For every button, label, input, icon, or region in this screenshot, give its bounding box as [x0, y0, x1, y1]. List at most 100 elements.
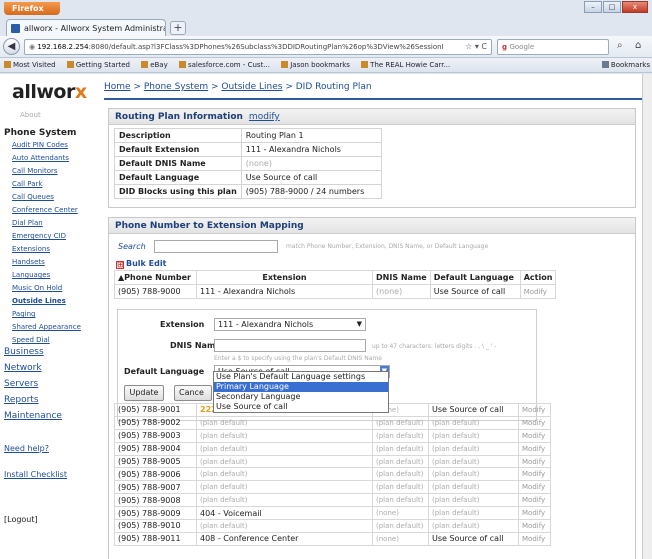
col-phone-number[interactable]: ▲Phone Number	[114, 270, 197, 285]
install-checklist-link[interactable]: Install Checklist	[4, 470, 67, 479]
sidebar-item-languages[interactable]: Languages	[12, 271, 50, 279]
sidebar-item-speed-dial[interactable]: Speed Dial	[12, 336, 50, 344]
vertical-scrollbar[interactable]	[642, 74, 652, 559]
cell-extension: (plan default)	[196, 428, 373, 443]
search-input[interactable]	[154, 240, 278, 253]
modify-link[interactable]: Modify	[518, 519, 551, 533]
table-row: Default Extension 111 - Alexandra Nichols	[114, 142, 382, 157]
sidebar-item-music-on-hold[interactable]: Music On Hold	[12, 284, 62, 292]
table-row: DID Blocks using this plan (905) 788-9000…	[114, 184, 382, 199]
language-option-selected[interactable]: Primary Language	[214, 382, 388, 392]
url-bar[interactable]: ◉ 192.168.2.254:8080/default.asp?l3FClas…	[24, 39, 492, 55]
bookmark-howie-carr[interactable]: The REAL Howie Carr...	[361, 61, 450, 69]
extension-select[interactable]: 111 - Alexandra Nichols ▼	[214, 318, 366, 331]
bulk-edit-toggle[interactable]: ⊞ Bulk Edit	[116, 259, 166, 269]
cell-dnis: (plan default)	[372, 519, 429, 533]
modify-link[interactable]: Modify	[518, 467, 551, 482]
bookmark-label: Jason bookmarks	[290, 61, 350, 69]
language-option[interactable]: Secondary Language	[214, 392, 388, 402]
info-key: DID Blocks using this plan	[114, 184, 242, 199]
update-button[interactable]: Update	[124, 385, 164, 401]
about-link[interactable]: About	[20, 111, 41, 119]
sidebar-item-paging[interactable]: Paging	[12, 310, 35, 318]
bookmark-label: salesforce.com - Cust...	[187, 61, 270, 69]
modify-link[interactable]: Modify	[518, 480, 551, 495]
info-key: Default Language	[114, 170, 242, 185]
breadcrumb-phone-system[interactable]: Phone System	[144, 82, 208, 92]
bookmark-salesforce[interactable]: salesforce.com - Cust...	[178, 61, 270, 69]
sidebar-item-outside-lines[interactable]: Outside Lines	[12, 297, 66, 305]
minimize-button[interactable]: –	[584, 1, 602, 13]
breadcrumb-home[interactable]: Home	[104, 82, 131, 92]
sidebar-item-call-monitors[interactable]: Call Monitors	[12, 167, 58, 175]
need-help-link[interactable]: Need help?	[4, 444, 49, 453]
table-row: (905) 788-9010 (plan default) (plan defaul…	[114, 519, 551, 533]
info-value: (none)	[240, 156, 382, 171]
sidebar-item-dial-plan[interactable]: Dial Plan	[12, 219, 43, 227]
bookmark-ebay[interactable]: eBay	[141, 61, 168, 69]
sidebar-section-phone-system[interactable]: Phone System	[4, 128, 76, 138]
dnis-name-input[interactable]	[214, 339, 366, 352]
sidebar-item-shared-appearance[interactable]: Shared Appearance	[12, 323, 81, 331]
bookmark-icon	[178, 61, 186, 68]
maximize-button[interactable]: □	[603, 1, 621, 13]
table-row: Default Language Use Source of call	[114, 170, 382, 185]
cancel-button[interactable]: Cance	[174, 385, 212, 401]
browser-tab[interactable]: allworx - Allworx System Administration	[6, 19, 166, 36]
magnifier-icon[interactable]: ⌕	[617, 40, 623, 51]
sidebar-item-business[interactable]: Business	[4, 347, 44, 357]
close-window-button[interactable]: x	[622, 1, 648, 13]
sidebar-item-network[interactable]: Network	[4, 363, 42, 373]
mapping-header: Phone Number to Extension Mapping	[109, 218, 635, 234]
back-button[interactable]: ◀	[3, 38, 20, 55]
sidebar-item-conference-center[interactable]: Conference Center	[12, 206, 78, 214]
sidebar-item-servers[interactable]: Servers	[4, 379, 38, 389]
info-value: Use Source of call	[240, 170, 382, 185]
routing-plan-modify-link[interactable]: modify	[249, 112, 280, 122]
modify-link[interactable]: Modify	[518, 454, 551, 469]
allworx-favicon-icon	[11, 23, 20, 33]
new-tab-button[interactable]: +	[170, 21, 186, 35]
bookmark-getting-started[interactable]: Getting Started	[66, 61, 130, 69]
cell-language: (plan default)	[428, 415, 519, 430]
logout-link[interactable]: [Logout]	[4, 515, 38, 524]
routing-plan-title: Routing Plan Information	[115, 112, 243, 122]
cell-language: (plan default)	[428, 467, 519, 482]
sidebar-item-emergency-cid[interactable]: Emergency CID	[12, 232, 66, 240]
search-bar-placeholder: Google	[509, 43, 535, 51]
sidebar-item-call-queues[interactable]: Call Queues	[12, 193, 54, 201]
modify-link[interactable]: Modify	[518, 428, 551, 443]
breadcrumb: Home > Phone System > Outside Lines > DI…	[104, 82, 372, 92]
sidebar-item-auto-attendants[interactable]: Auto Attendants	[12, 154, 69, 162]
table-row: (905) 788-9008 (plan default) (plan defaul…	[114, 493, 551, 508]
language-option[interactable]: Use Plan's Default Language settings	[214, 372, 388, 382]
firefox-menu-button[interactable]: Firefox	[4, 2, 60, 15]
sidebar-item-reports[interactable]: Reports	[4, 395, 39, 405]
routing-plan-table: Description Routing Plan 1 Default Extens…	[114, 128, 382, 199]
modify-link[interactable]: Modify	[518, 493, 551, 508]
mapping-table-body: (905) 788-9001222(none)Use Source of cal…	[114, 403, 551, 546]
sidebar-item-handsets[interactable]: Handsets	[12, 258, 45, 266]
modify-link[interactable]: Modify	[518, 531, 551, 546]
sidebar-item-call-park[interactable]: Call Park	[12, 180, 42, 188]
sidebar-item-maintenance[interactable]: Maintenance	[4, 411, 62, 421]
cell-dnis: (plan default)	[372, 415, 429, 430]
dropdown-arrow-icon: ▼	[356, 320, 362, 328]
modify-link[interactable]: Modify	[518, 415, 551, 430]
home-icon[interactable]: ⌂	[635, 40, 641, 51]
modify-link[interactable]: Modify	[518, 403, 551, 417]
modify-link[interactable]: Modify	[518, 441, 551, 456]
modify-link[interactable]: Modify	[519, 284, 557, 299]
sidebar-item-extensions[interactable]: Extensions	[12, 245, 50, 253]
col-dnis-name: DNIS Name	[372, 270, 431, 285]
sidebar-item-audit-pin-codes[interactable]: Audit PIN Codes	[12, 141, 68, 149]
modify-link[interactable]: Modify	[518, 506, 551, 521]
cell-dnis: (none)	[372, 284, 431, 299]
search-bar[interactable]: g Google	[497, 39, 609, 55]
language-option[interactable]: Use Source of call	[214, 402, 388, 412]
bookmarks-menu-button[interactable]: Bookmarks	[597, 58, 650, 72]
bookmark-most-visited[interactable]: Most Visited	[4, 61, 56, 69]
bookmark-jason[interactable]: Jason bookmarks	[281, 61, 350, 69]
breadcrumb-outside-lines[interactable]: Outside Lines	[221, 82, 282, 92]
url-actions[interactable]: ☆ ▾ C	[465, 40, 487, 54]
